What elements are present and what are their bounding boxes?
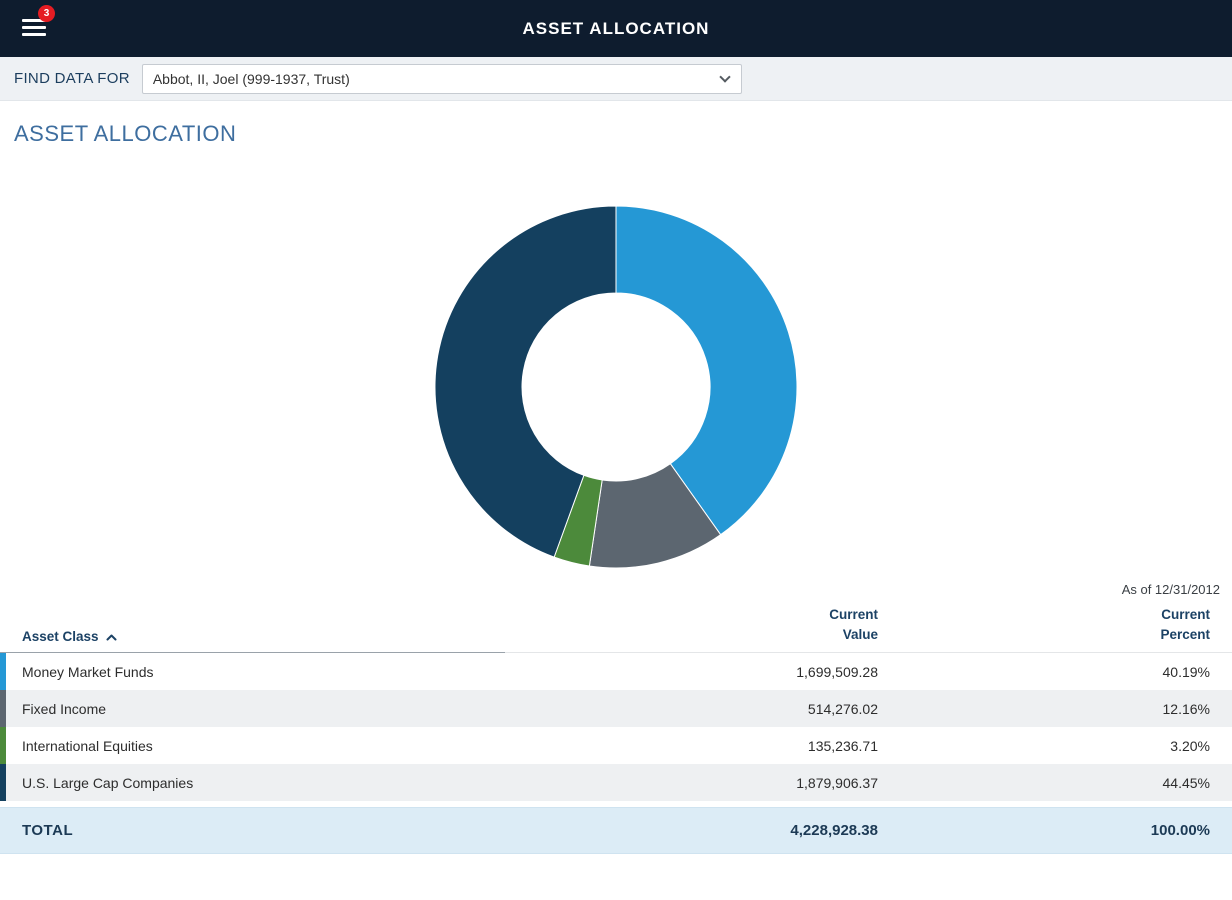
current-percent-cell: 40.19% [878,664,1232,680]
total-row: TOTAL 4,228,928.38 100.00% [0,807,1232,854]
row-color-chip [0,764,6,801]
current-percent-cell: 3.20% [878,738,1232,754]
column-header-current-value[interactable]: Current Value [528,605,878,644]
account-select[interactable]: Abbot, II, Joel (999-1937, Trust) [142,64,742,94]
chevron-down-icon [719,71,730,82]
asset-class-cell: U.S. Large Cap Companies [0,775,528,791]
table-row[interactable]: U.S. Large Cap Companies 1,879,906.37 44… [0,764,1232,801]
sort-asc-icon [106,634,117,641]
menu-button[interactable]: 3 [20,12,56,46]
total-label: TOTAL [0,822,528,839]
section-heading: ASSET ALLOCATION [14,121,1232,147]
hamburger-icon [22,19,46,40]
current-value-cell: 1,699,509.28 [528,664,878,680]
total-current-percent: 100.00% [878,822,1232,839]
row-color-chip [0,690,6,727]
row-color-chip [0,653,6,690]
as-of-label: As of 12/31/2012 [0,582,1232,597]
row-color-chip [0,727,6,764]
current-value-cell: 514,276.02 [528,701,878,717]
account-select-value: Abbot, II, Joel (999-1937, Trust) [153,71,350,87]
total-current-value: 4,228,928.38 [528,822,878,839]
asset-class-header-label: Asset Class [22,629,99,644]
asset-table-body: Money Market Funds 1,699,509.28 40.19% F… [0,653,1232,801]
table-row[interactable]: International Equities 135,236.71 3.20% [0,727,1232,764]
find-data-label: FIND DATA FOR [14,70,130,87]
current-percent-cell: 44.45% [878,775,1232,791]
top-bar: 3 ASSET ALLOCATION [0,0,1232,57]
asset-class-cell: Fixed Income [0,701,528,717]
table-row[interactable]: Money Market Funds 1,699,509.28 40.19% [0,653,1232,690]
asset-allocation-table: Asset Class Current Value Current Percen… [0,605,1232,854]
asset-class-cell: International Equities [0,738,528,754]
asset-class-cell: Money Market Funds [0,664,528,680]
current-value-cell: 1,879,906.37 [528,775,878,791]
chart-container [0,203,1232,571]
table-header-row: Asset Class Current Value Current Percen… [0,605,1232,653]
column-header-asset-class[interactable]: Asset Class [0,629,528,644]
current-percent-cell: 12.16% [878,701,1232,717]
page: 3 ASSET ALLOCATION FIND DATA FOR Abbot, … [0,0,1232,900]
page-title: ASSET ALLOCATION [523,19,710,39]
notification-badge: 3 [38,5,55,22]
current-value-cell: 135,236.71 [528,738,878,754]
column-header-current-percent[interactable]: Current Percent [878,605,1232,644]
table-row[interactable]: Fixed Income 514,276.02 12.16% [0,690,1232,727]
donut-chart[interactable] [432,203,800,571]
find-data-bar: FIND DATA FOR Abbot, II, Joel (999-1937,… [0,57,1232,101]
